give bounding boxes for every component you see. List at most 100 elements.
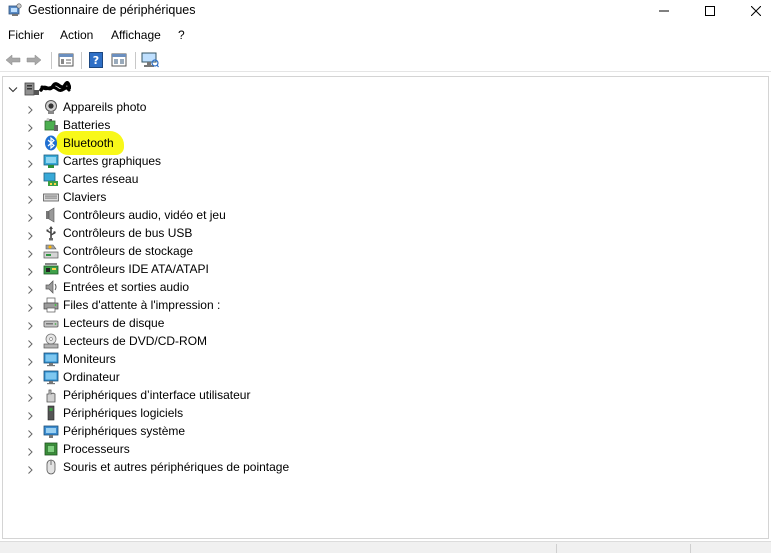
menu-fichier[interactable]: Fichier: [8, 28, 44, 42]
tree-item-label: Lecteurs de disque: [63, 316, 165, 330]
device-manager-icon: [8, 3, 22, 17]
disk-drive-icon: [43, 315, 59, 331]
chevron-right-icon[interactable]: [26, 355, 34, 366]
maximize-button[interactable]: [687, 0, 733, 22]
tree-item[interactable]: Bluetooth: [3, 131, 503, 155]
storage-controller-icon: [43, 243, 59, 259]
chevron-right-icon[interactable]: [26, 409, 34, 420]
chevron-right-icon[interactable]: [26, 301, 34, 312]
tree-item[interactable]: Souris et autres périphériques de pointa…: [3, 458, 503, 476]
tree-item-label: Périphériques logiciels: [63, 406, 184, 420]
tree-item[interactable]: Contrôleurs de stockage: [3, 242, 503, 260]
toolbar-separator: [135, 52, 136, 69]
usb-icon: [43, 225, 59, 241]
tree-item-label: Ordinateur: [63, 370, 120, 384]
tree-item-label: Cartes graphiques: [63, 154, 162, 168]
device-tree[interactable]: Appareils photo Batteries Bluetooth Cartes …: [2, 76, 769, 539]
keyboard-icon: [43, 189, 59, 205]
mouse-icon: [43, 459, 59, 475]
tree-item-label: Moniteurs: [63, 352, 116, 366]
title-bar: Gestionnaire de périphériques: [0, 0, 771, 22]
tree-item-label: Bluetooth: [63, 136, 114, 150]
dvd-drive-icon: [43, 333, 59, 349]
chevron-down-icon[interactable]: [8, 83, 18, 97]
tree-item-label: Appareils photo: [63, 100, 147, 114]
back-icon: [5, 54, 21, 66]
tree-item-label: Cartes réseau: [63, 172, 139, 186]
tree-item[interactable]: Périphériques d’interface utilisateur: [3, 386, 503, 404]
tree-item[interactable]: Contrôleurs IDE ATA/ATAPI: [3, 260, 503, 278]
tree-item[interactable]: Périphériques logiciels: [3, 404, 503, 422]
chevron-right-icon[interactable]: [26, 337, 34, 348]
bluetooth-icon: [43, 135, 59, 151]
properties-button[interactable]: [57, 52, 75, 68]
chevron-right-icon[interactable]: [26, 139, 34, 150]
tree-item-label: Contrôleurs IDE ATA/ATAPI: [63, 262, 209, 276]
help-icon: ?: [89, 52, 103, 68]
tree-item-label: Claviers: [63, 190, 107, 204]
tree-root[interactable]: [3, 80, 303, 98]
help-button[interactable]: ?: [87, 52, 105, 68]
chevron-right-icon[interactable]: [26, 427, 34, 438]
close-button[interactable]: [733, 0, 771, 22]
menu-affichage[interactable]: Affichage: [111, 28, 161, 42]
tree-item[interactable]: Files d'attente à l'impression :: [3, 296, 503, 314]
toolbar: ?: [0, 48, 771, 72]
maximize-icon: [705, 6, 715, 16]
camera-icon: [43, 99, 59, 115]
tree-item[interactable]: Cartes réseau: [3, 170, 503, 188]
properties-icon: [58, 53, 74, 67]
chevron-right-icon[interactable]: [26, 211, 34, 222]
tree-item[interactable]: Contrôleurs de bus USB: [3, 224, 503, 242]
back-button[interactable]: [4, 52, 22, 68]
chevron-right-icon[interactable]: [26, 373, 34, 384]
menu-bar: Fichier Action Affichage ?: [0, 26, 771, 46]
chevron-right-icon[interactable]: [26, 463, 34, 474]
chevron-right-icon[interactable]: [26, 445, 34, 456]
chevron-right-icon[interactable]: [26, 175, 34, 186]
menu-help[interactable]: ?: [178, 28, 185, 42]
chevron-right-icon[interactable]: [26, 193, 34, 204]
toolbar-separator: [51, 52, 52, 69]
chevron-right-icon[interactable]: [26, 157, 34, 168]
tree-item[interactable]: Lecteurs de disque: [3, 314, 503, 332]
chevron-right-icon[interactable]: [26, 247, 34, 258]
tree-item[interactable]: Moniteurs: [3, 350, 503, 368]
redacted-computer-name: [39, 81, 72, 98]
chevron-right-icon[interactable]: [26, 265, 34, 276]
minimize-button[interactable]: [641, 0, 687, 22]
chevron-right-icon[interactable]: [26, 103, 34, 114]
ide-controller-icon: [43, 261, 59, 277]
status-divider: [556, 544, 557, 553]
tree-item[interactable]: Appareils photo: [3, 98, 503, 116]
forward-button[interactable]: [25, 52, 43, 68]
chevron-right-icon[interactable]: [26, 229, 34, 240]
chevron-right-icon[interactable]: [26, 121, 34, 132]
tree-item[interactable]: Cartes graphiques: [3, 152, 503, 170]
chevron-right-icon[interactable]: [26, 319, 34, 330]
tree-item[interactable]: Processeurs: [3, 440, 503, 458]
tree-item-label: Souris et autres périphériques de pointa…: [63, 460, 290, 474]
menu-action[interactable]: Action: [60, 28, 93, 42]
tree-item-label: Périphériques d’interface utilisateur: [63, 388, 251, 402]
window-title: Gestionnaire de périphériques: [28, 3, 196, 17]
scan-hardware-button[interactable]: [141, 52, 159, 68]
tree-item-label: Contrôleurs de bus USB: [63, 226, 193, 240]
battery-icon: [43, 117, 59, 133]
show-hidden-button[interactable]: [110, 52, 128, 68]
tree-item[interactable]: Entrées et sorties audio: [3, 278, 503, 296]
close-icon: [751, 6, 761, 16]
scan-hardware-icon: [141, 52, 159, 68]
tree-item[interactable]: Lecteurs de DVD/CD-ROM: [3, 332, 503, 350]
tree-item[interactable]: Ordinateur: [3, 368, 503, 386]
chevron-right-icon[interactable]: [26, 391, 34, 402]
toolbar-separator: [81, 52, 82, 69]
chevron-right-icon[interactable]: [26, 283, 34, 294]
tree-item[interactable]: Contrôleurs audio, vidéo et jeu: [3, 206, 503, 224]
svg-text:?: ?: [93, 54, 99, 67]
tree-item[interactable]: Claviers: [3, 188, 503, 206]
tree-item[interactable]: Périphériques système: [3, 422, 503, 440]
status-bar: [0, 541, 771, 553]
software-device-icon: [43, 405, 59, 421]
tree-item-label: Files d'attente à l'impression :: [63, 298, 221, 312]
